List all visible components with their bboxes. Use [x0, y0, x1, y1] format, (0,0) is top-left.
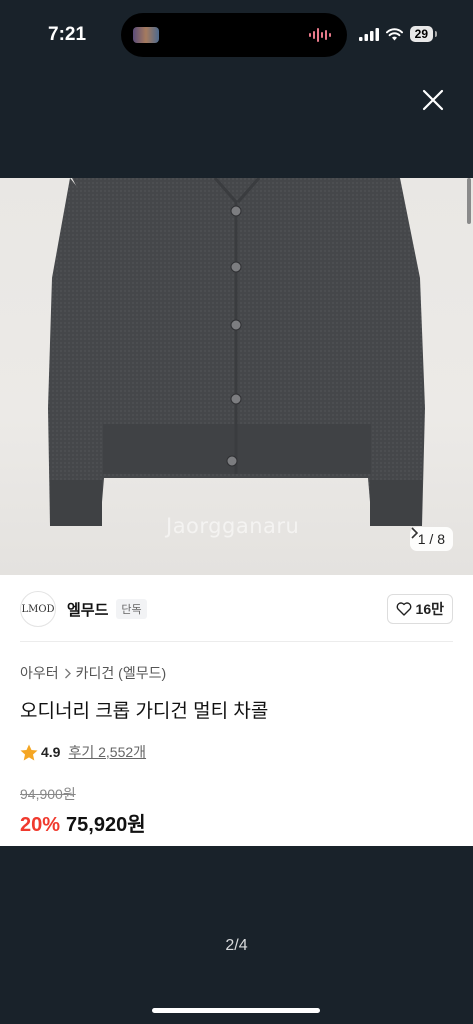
image-watermark: Jaorgganaru — [166, 514, 300, 538]
like-count: 16만 — [415, 601, 444, 617]
breadcrumb-subcategory[interactable]: 카디건 (엘무드) — [76, 663, 167, 683]
image-pager-label: 1 / 8 — [417, 531, 445, 547]
signal-icon — [358, 27, 379, 41]
dynamic-island[interactable] — [121, 13, 347, 57]
status-time: 7:21 — [48, 24, 87, 45]
rating-row: 4.9 후기 2,552개 — [20, 742, 146, 762]
brand-logo[interactable]: LMOD — [20, 591, 56, 627]
breadcrumb-category[interactable]: 아우터 — [20, 663, 59, 683]
like-button[interactable]: 16만 — [386, 594, 453, 624]
breadcrumb: 아우터 카디건 (엘무드) — [20, 663, 166, 683]
now-playing-thumbnail — [133, 27, 159, 43]
star-icon — [20, 744, 38, 760]
discount-rate: 20% — [20, 814, 61, 836]
heart-icon — [396, 602, 411, 616]
reviews-link[interactable]: 후기 2,552개 — [68, 742, 146, 762]
close-icon[interactable] — [421, 88, 445, 112]
brand-name[interactable]: 엘무드 — [67, 599, 108, 620]
product-card[interactable]: Jaorgganaru 1 / 8 LMOD 엘무드 단독 16만 아우터 카디… — [0, 178, 473, 846]
home-indicator[interactable] — [152, 1008, 320, 1013]
brand-row[interactable]: LMOD 엘무드 단독 16만 — [20, 591, 453, 627]
scrollbar[interactable] — [467, 178, 471, 224]
product-title: 오디너리 크롭 가디건 멀티 차콜 — [20, 701, 269, 722]
divider — [20, 641, 453, 642]
page-indicator: 2/4 — [225, 937, 248, 954]
battery-icon: 29 — [409, 26, 438, 42]
chevron-right-icon — [411, 527, 418, 539]
product-image[interactable]: Jaorgganaru 1 / 8 — [0, 178, 473, 575]
original-price: 94,900원 — [20, 786, 76, 802]
image-pager[interactable]: 1 / 8 — [409, 527, 453, 551]
sale-price: 75,920원 — [66, 814, 146, 836]
audio-wave-icon — [309, 28, 331, 42]
rating-value: 4.9 — [41, 744, 61, 760]
chevron-right-icon — [64, 668, 71, 678]
exclusive-badge: 단독 — [116, 599, 147, 619]
status-icons: 29 — [358, 26, 438, 42]
price-row: 20% 75,920원 — [20, 808, 146, 837]
wifi-icon — [385, 27, 403, 40]
